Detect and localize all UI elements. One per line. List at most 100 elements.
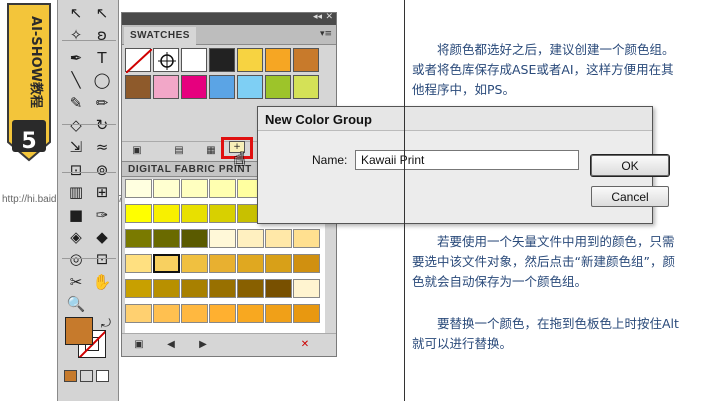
group-swatch[interactable] — [125, 229, 152, 248]
ok-button[interactable]: OK — [591, 155, 669, 176]
group-swatch[interactable] — [209, 204, 236, 223]
group-swatch[interactable] — [181, 254, 208, 273]
group-swatch[interactable] — [209, 279, 236, 298]
swatch[interactable] — [237, 48, 263, 72]
direct-select-icon[interactable]: ↖ — [90, 2, 114, 24]
dialog-title: New Color Group — [258, 107, 652, 131]
selection-arrow-icon[interactable]: ↖ — [64, 2, 88, 24]
hand-icon[interactable]: ✋ — [90, 271, 114, 293]
group-swatch[interactable] — [153, 254, 180, 273]
group-swatch[interactable] — [181, 229, 208, 248]
group-swatch[interactable] — [237, 229, 264, 248]
group-swatch[interactable] — [125, 304, 152, 323]
paintbrush-icon[interactable]: ✎ — [64, 92, 88, 114]
type-icon[interactable]: T — [90, 47, 114, 69]
scale-icon[interactable]: ⇲ — [64, 136, 88, 158]
swatch[interactable] — [265, 75, 291, 99]
none-mode-icon[interactable] — [96, 370, 109, 382]
gradient-icon[interactable]: ■ — [64, 204, 88, 226]
panel-menu-icon[interactable]: ▾≡ — [320, 29, 332, 39]
column-graph-icon[interactable]: ▥ — [64, 181, 88, 203]
swatch-libraries-icon[interactable]: ▣ — [130, 144, 144, 156]
slice-icon[interactable]: ✂ — [64, 271, 88, 293]
group-swatch[interactable] — [153, 304, 180, 323]
magic-wand-icon[interactable]: ✧ — [64, 24, 88, 46]
tab-swatches[interactable]: SWATCHES — [124, 27, 196, 45]
line-icon[interactable]: ╲ — [64, 69, 88, 91]
group-swatch[interactable] — [237, 279, 264, 298]
swatch-row-1 — [125, 48, 335, 74]
group-swatch[interactable] — [293, 279, 320, 298]
swatch[interactable] — [125, 48, 153, 74]
warp-icon[interactable]: ≈ — [90, 136, 114, 158]
group-swatch[interactable] — [293, 304, 320, 323]
group-swatch[interactable] — [181, 204, 208, 223]
swatch[interactable] — [181, 75, 207, 99]
group-swatch[interactable] — [237, 254, 264, 273]
group-swatch[interactable] — [153, 279, 180, 298]
group-swatch[interactable] — [237, 304, 264, 323]
group-swatch[interactable] — [125, 254, 152, 273]
symbol-sprayer-icon[interactable]: ⊚ — [90, 159, 114, 181]
group-swatch[interactable] — [265, 304, 292, 323]
zoom-icon[interactable]: 🔍 — [64, 293, 88, 315]
swatch[interactable] — [153, 48, 179, 72]
group-swatch[interactable] — [125, 179, 152, 198]
swatch[interactable] — [209, 48, 235, 72]
swatch[interactable] — [265, 48, 291, 72]
swatch[interactable] — [209, 75, 235, 99]
lasso-icon[interactable]: ʚ — [90, 24, 114, 46]
group-swatch[interactable] — [181, 304, 208, 323]
group-swatch[interactable] — [209, 229, 236, 248]
swap-fill-stroke-icon[interactable]: ⤾ — [94, 312, 118, 334]
artboard-icon[interactable]: ⊡ — [90, 248, 114, 270]
eyedropper-icon[interactable]: ✑ — [90, 204, 114, 226]
swatch-options-icon[interactable]: ▦ — [204, 144, 218, 156]
show-kinds-icon[interactable]: ▤ — [172, 144, 186, 156]
divider — [404, 0, 405, 401]
swatch[interactable] — [293, 48, 319, 72]
live-paint-select-icon[interactable]: ◎ — [64, 248, 88, 270]
swatch[interactable] — [181, 48, 207, 72]
eraser-icon[interactable]: ◇ — [64, 114, 88, 136]
swatch[interactable] — [237, 75, 263, 99]
group-swatch[interactable] — [181, 179, 208, 198]
group-swatch[interactable] — [293, 229, 320, 248]
group-swatch[interactable] — [265, 279, 292, 298]
pen-icon[interactable]: ✒ — [64, 47, 88, 69]
group-swatch[interactable] — [125, 204, 152, 223]
group-swatch[interactable] — [209, 179, 236, 198]
group-swatch[interactable] — [209, 254, 236, 273]
fill-color-swatch[interactable] — [65, 317, 93, 345]
group-swatch[interactable] — [209, 304, 236, 323]
gradient-mode-icon[interactable] — [80, 370, 93, 382]
previous-icon[interactable]: ◀ — [164, 338, 178, 350]
live-paint-icon[interactable]: ◆ — [90, 226, 114, 248]
ellipse-icon[interactable]: ◯ — [90, 69, 114, 91]
pencil-icon[interactable]: ✏ — [90, 92, 114, 114]
color-mode-icon[interactable] — [64, 370, 77, 382]
panel-title-bar[interactable]: ◂◂ ✕ — [122, 12, 336, 25]
group-swatch[interactable] — [153, 229, 180, 248]
mesh-icon[interactable]: ⊞ — [90, 181, 114, 203]
collapse-icon[interactable]: ◂◂ — [313, 12, 322, 22]
group-swatch[interactable] — [265, 254, 292, 273]
group-swatch[interactable] — [181, 279, 208, 298]
free-transform-icon[interactable]: ⊡ — [64, 159, 88, 181]
group-swatch[interactable] — [153, 204, 180, 223]
group-swatch[interactable] — [293, 254, 320, 273]
name-input[interactable] — [355, 150, 579, 170]
group-swatch[interactable] — [125, 279, 152, 298]
swatch[interactable] — [153, 75, 179, 99]
group-swatch[interactable] — [265, 229, 292, 248]
blend-icon[interactable]: ◈ — [64, 226, 88, 248]
swatch[interactable] — [293, 75, 319, 99]
swatch[interactable] — [125, 75, 151, 99]
rotate-icon[interactable]: ↻ — [90, 114, 114, 136]
next-icon[interactable]: ▶ — [196, 338, 210, 350]
library-menu-icon[interactable]: ▣ — [132, 338, 146, 350]
delete-swatch-icon[interactable]: ✕ — [298, 338, 312, 350]
cancel-button[interactable]: Cancel — [591, 186, 669, 207]
close-icon[interactable]: ✕ — [325, 12, 333, 22]
group-swatch[interactable] — [153, 179, 180, 198]
